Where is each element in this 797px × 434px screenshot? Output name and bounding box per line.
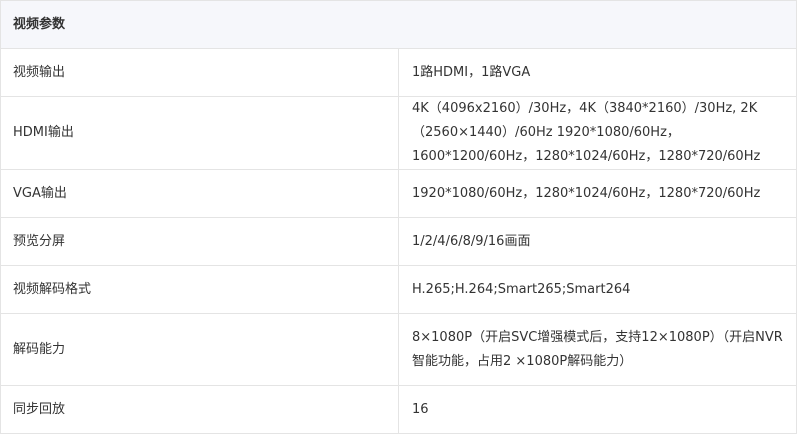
- row-value: H.265;H.264;Smart265;Smart264: [398, 265, 797, 314]
- table-row: 视频解码格式 H.265;H.264;Smart265;Smart264: [0, 265, 797, 314]
- row-label: 视频输出: [0, 48, 399, 97]
- row-label: HDMI输出: [0, 96, 399, 170]
- table-row: HDMI输出 4K（4096x2160）/30Hz，4K（3840*2160）/…: [0, 96, 797, 170]
- table-row: 视频输出 1路HDMI，1路VGA: [0, 48, 797, 97]
- table-row: VGA输出 1920*1080/60Hz，1280*1024/60Hz，1280…: [0, 169, 797, 218]
- section-title: 视频参数: [0, 0, 797, 49]
- row-value: 4K（4096x2160）/30Hz，4K（3840*2160）/30Hz, 2…: [398, 96, 797, 170]
- row-label: VGA输出: [0, 169, 399, 218]
- row-value: 8×1080P（开启SVC增强模式后，支持12×1080P）（开启NVR智能功能…: [398, 313, 797, 386]
- row-label: 预览分屏: [0, 217, 399, 266]
- row-label: 解码能力: [0, 313, 399, 386]
- section-header-row: 视频参数: [0, 0, 797, 49]
- row-label: 同步回放: [0, 385, 399, 434]
- table-row: 预览分屏 1/2/4/6/8/9/16画面: [0, 217, 797, 266]
- table-row: 同步回放 16: [0, 385, 797, 434]
- row-value: 1/2/4/6/8/9/16画面: [398, 217, 797, 266]
- row-value: 1920*1080/60Hz，1280*1024/60Hz，1280*720/6…: [398, 169, 797, 218]
- row-label: 视频解码格式: [0, 265, 399, 314]
- row-value: 16: [398, 385, 797, 434]
- table-row: 解码能力 8×1080P（开启SVC增强模式后，支持12×1080P）（开启NV…: [0, 313, 797, 386]
- row-value: 1路HDMI，1路VGA: [398, 48, 797, 97]
- video-spec-table: 视频参数 视频输出 1路HDMI，1路VGA HDMI输出 4K（4096x21…: [0, 0, 797, 434]
